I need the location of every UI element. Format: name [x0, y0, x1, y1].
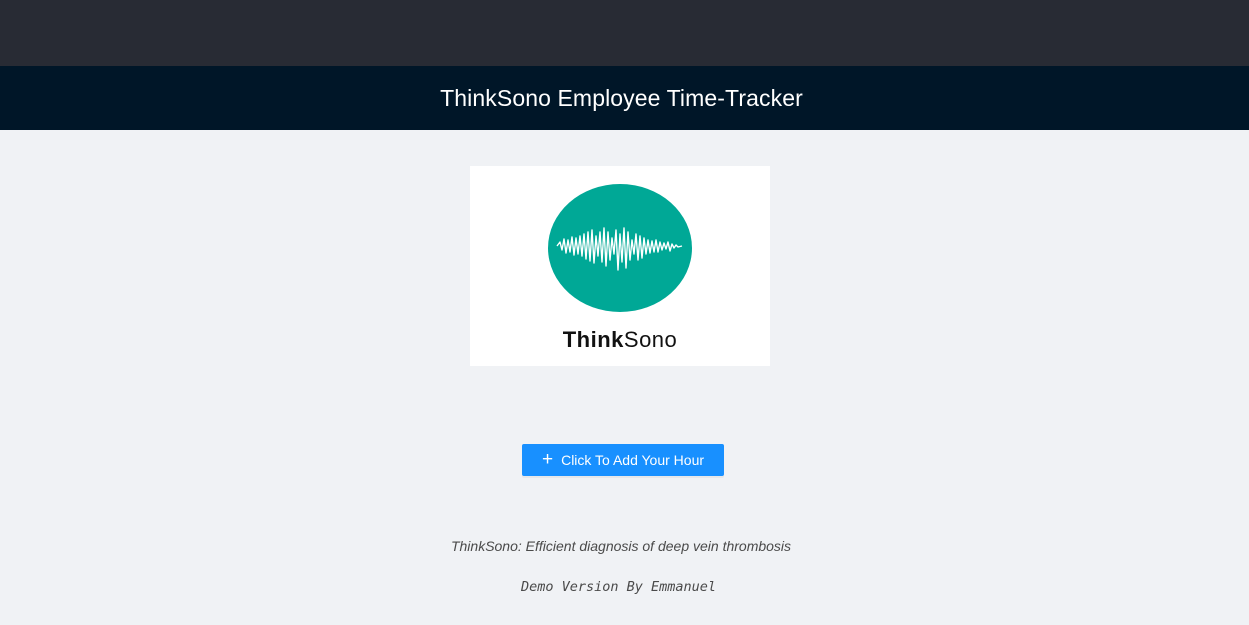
- add-hour-button[interactable]: + Click To Add Your Hour: [522, 444, 724, 476]
- logo-text-bold: Think: [562, 327, 624, 352]
- demo-credit: Demo Version By Emmanuel: [520, 579, 717, 595]
- tagline: ThinkSono: Efficient diagnosis of deep v…: [450, 538, 792, 554]
- page-title: ThinkSono Employee Time-Tracker: [440, 84, 803, 111]
- add-hour-button-label: Click To Add Your Hour: [561, 452, 705, 468]
- company-logo: ThinkSono: [470, 166, 770, 366]
- logo-wordmark: ThinkSono: [470, 327, 770, 353]
- app-header: ThinkSono Employee Time-Tracker: [0, 66, 1249, 130]
- top-bar: [0, 0, 1249, 66]
- logo-text-regular: Sono: [623, 327, 678, 352]
- plus-icon: +: [541, 448, 554, 470]
